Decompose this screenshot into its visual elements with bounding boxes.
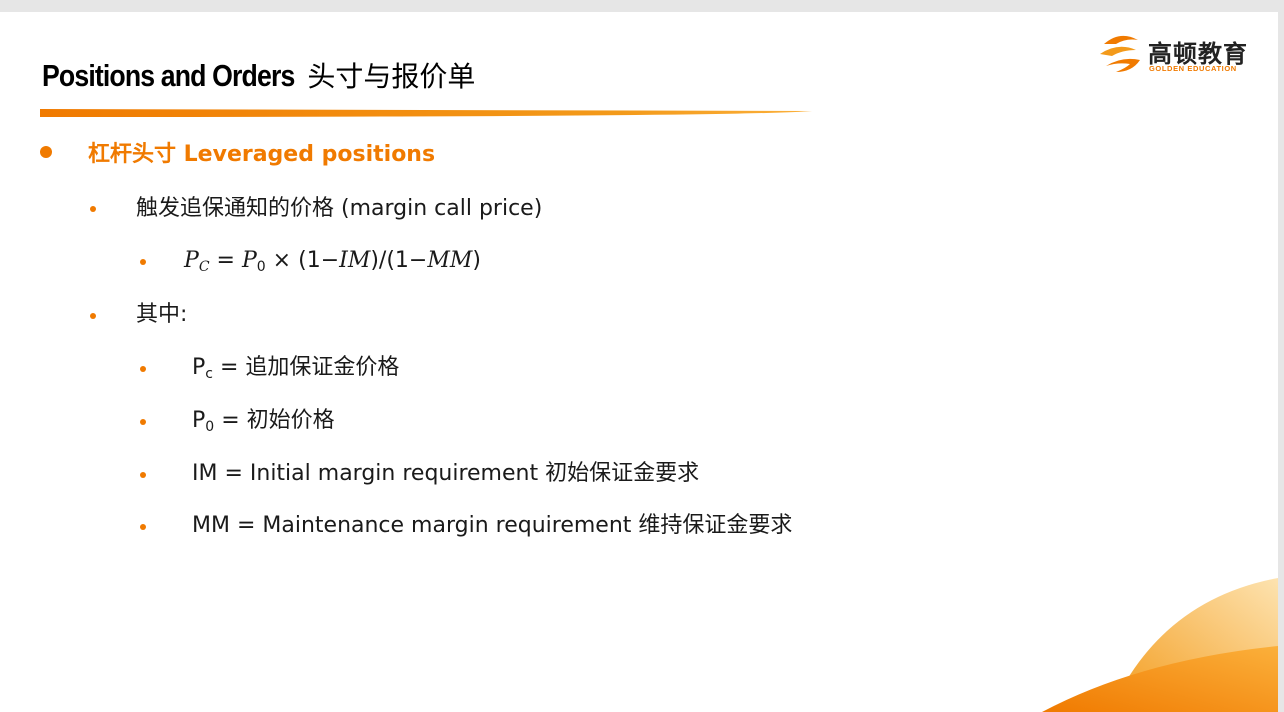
definition-mm: MM = Maintenance margin requirement 维持保证…: [192, 513, 793, 538]
level1-bullet: [40, 146, 52, 158]
definition-symbol: P: [192, 408, 206, 433]
bullet-dot: [140, 524, 146, 530]
title-underline: [40, 109, 812, 117]
formula-part3: ): [472, 248, 482, 273]
definition-im: IM = Initial margin requirement 初始保证金要求: [192, 461, 700, 486]
bullet-dot: [140, 259, 146, 265]
formula-p0: P: [241, 248, 257, 273]
heading-leveraged-positions: 杠杆头寸 Leveraged positions: [88, 142, 436, 167]
definition-symbol-sub: 0: [205, 419, 215, 435]
bullet-dot: [90, 206, 96, 212]
formula-part1: × (1−: [265, 248, 340, 273]
bullet-dot: [140, 366, 146, 372]
definition-pc: Pc = 追加保证金价格: [192, 353, 399, 383]
formula-pc: P: [184, 248, 199, 273]
slide-title: Positions and Orders 头寸与报价单: [42, 56, 475, 97]
formula-part2: )/(1−: [370, 248, 428, 273]
definition-text: = 初始价格: [214, 408, 335, 433]
bullet-dot: [140, 472, 146, 478]
formula-mm: MM: [427, 248, 473, 273]
corner-decoration: [1042, 560, 1284, 712]
definition-symbol: P: [192, 355, 206, 380]
formula-im: IM: [339, 248, 371, 273]
definition-text: = 追加保证金价格: [212, 355, 400, 380]
definition-p0: P0 = 初始价格: [192, 406, 335, 436]
formula-p0-sub: 0: [256, 259, 266, 275]
item-where: 其中:: [136, 302, 188, 327]
formula-pc-sub: C: [198, 259, 210, 275]
logo-english-text: GOLDEN EDUCATION: [1149, 64, 1237, 73]
formula-eq: =: [209, 248, 242, 273]
item-margin-call-price: 触发追保通知的价格 (margin call price): [136, 196, 543, 221]
formula: PC = P0 × (1−IM)/(1−MM): [184, 246, 481, 276]
bullet-dot: [90, 313, 96, 319]
definition-symbol-sub: c: [205, 366, 213, 382]
logo-mark-icon: [1100, 35, 1140, 72]
company-logo: 高顿教育 GOLDEN EDUCATION: [1096, 30, 1266, 82]
bullet-dot: [140, 419, 146, 425]
title-chinese: 头寸与报价单: [307, 60, 476, 93]
title-english: Positions and Orders: [42, 58, 295, 93]
